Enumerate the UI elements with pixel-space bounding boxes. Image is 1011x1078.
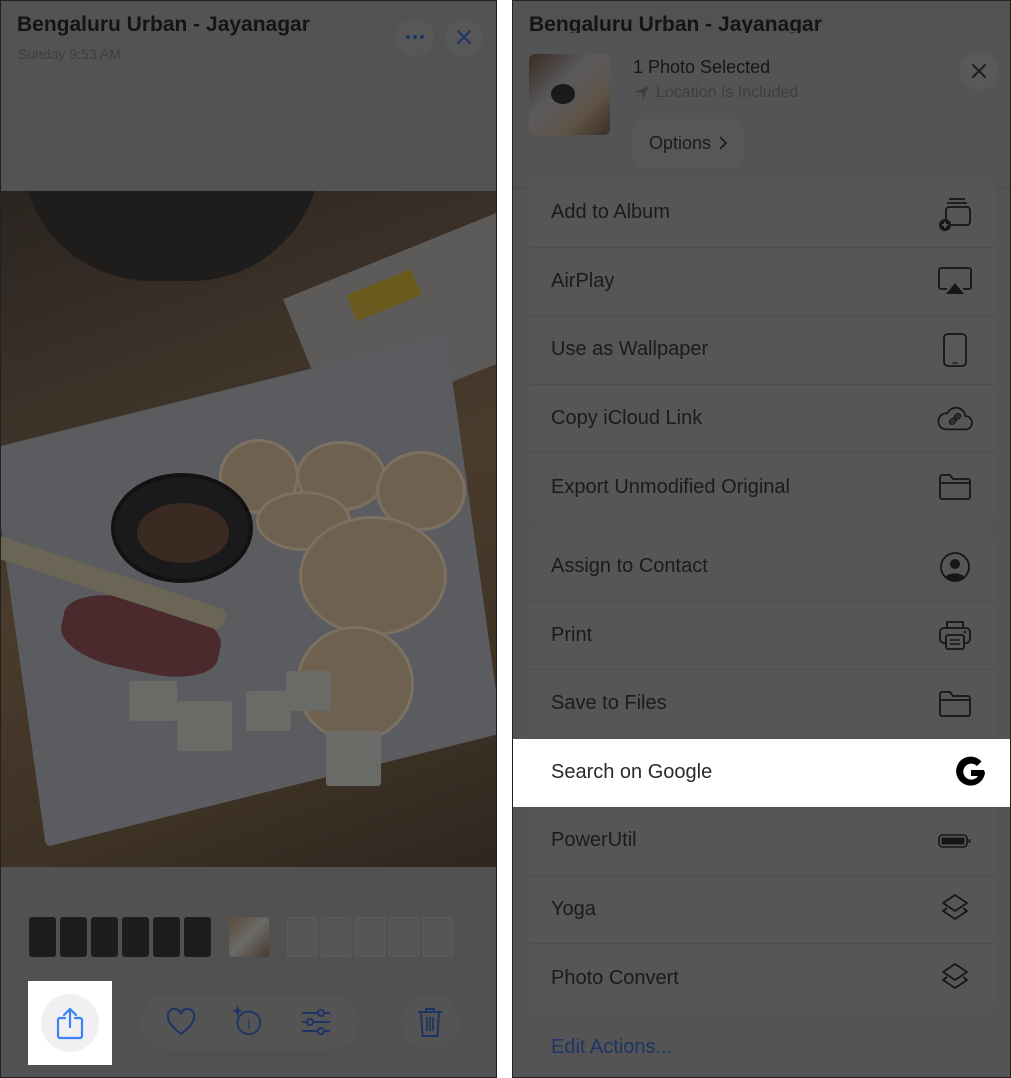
- thumbnail[interactable]: [423, 917, 453, 957]
- action-search-on-google[interactable]: Search on Google: [513, 738, 1010, 807]
- trash-icon: [418, 1008, 442, 1037]
- photo-fruit: [286, 671, 331, 711]
- close-share-sheet-button[interactable]: [960, 52, 998, 90]
- photo-image[interactable]: [1, 191, 496, 867]
- thumbnail[interactable]: [287, 917, 317, 957]
- action-assign-to-contact[interactable]: Assign to Contact: [529, 533, 995, 602]
- photo-fruit: [129, 681, 177, 721]
- photo-viewer-screen: Bengaluru Urban - Jayanagar Sunday 9:53 …: [0, 0, 497, 1078]
- share-button[interactable]: [41, 994, 99, 1052]
- action-airplay[interactable]: AirPlay: [529, 248, 995, 316]
- sliders-icon: [302, 1009, 330, 1035]
- selection-title: 1 Photo Selected: [633, 57, 771, 77]
- thumbnail[interactable]: [389, 917, 419, 957]
- airplay-icon: [937, 263, 973, 299]
- close-icon: [457, 30, 471, 44]
- thumbnail[interactable]: [153, 917, 180, 957]
- photo-fruit: [177, 701, 232, 751]
- info-button[interactable]: i: [229, 1003, 263, 1037]
- photo-pot: [21, 191, 321, 281]
- thumbnail[interactable]: [355, 917, 385, 957]
- action-use-as-wallpaper[interactable]: Use as Wallpaper: [529, 316, 995, 385]
- thumbnail-strip[interactable]: [19, 917, 479, 959]
- photo-pancake: [299, 516, 447, 636]
- action-label: Save to Files: [551, 692, 667, 715]
- action-label: Search on Google: [551, 761, 713, 784]
- more-options-button[interactable]: [396, 18, 434, 56]
- selected-photo-thumbnail: [529, 54, 610, 135]
- close-icon: [972, 64, 986, 78]
- adjust-button[interactable]: [299, 1005, 333, 1039]
- delete-button[interactable]: [413, 1005, 447, 1039]
- action-label: Print: [551, 623, 593, 646]
- thumbnail[interactable]: [321, 917, 351, 957]
- folder-icon: [937, 686, 973, 722]
- sparkle-info-icon: i: [231, 1004, 262, 1036]
- action-label: AirPlay: [551, 269, 615, 292]
- action-save-to-files[interactable]: Save to Files: [529, 670, 995, 739]
- favorite-button[interactable]: [164, 1005, 198, 1039]
- share-sheet-header: 1 Photo Selected Location Is Included Op…: [513, 33, 1010, 189]
- thumbnail[interactable]: [122, 917, 149, 957]
- options-button[interactable]: Options: [633, 119, 744, 167]
- heart-icon: [166, 1008, 196, 1036]
- action-label: Assign to Contact: [551, 555, 708, 578]
- photo-bowl: [111, 473, 253, 583]
- google-icon: [953, 755, 989, 791]
- options-label: Options: [649, 132, 712, 153]
- action-label: Use as Wallpaper: [551, 338, 709, 361]
- edit-actions-link[interactable]: Edit Actions...: [551, 1036, 672, 1059]
- photo-location-title: Bengaluru Urban - Jayanagar: [17, 13, 310, 36]
- cloud-link-icon: [937, 400, 973, 436]
- action-label: PowerUtil: [551, 829, 637, 852]
- action-label: Yoga: [551, 897, 596, 920]
- edit-toolbar-group: i: [141, 994, 359, 1050]
- thumbnail[interactable]: [29, 917, 56, 957]
- photo-fruit: [326, 731, 381, 786]
- person-circle-icon: [937, 549, 973, 585]
- share-sheet: 1 Photo Selected Location Is Included Op…: [513, 33, 1010, 1077]
- location-status: Location Is Included: [634, 84, 798, 102]
- shortcuts-icon: [937, 960, 973, 996]
- action-add-to-album[interactable]: Add to Album: [529, 179, 995, 248]
- close-viewer-button[interactable]: [445, 18, 483, 56]
- svg-text:i: i: [247, 1017, 251, 1033]
- add-to-album-icon: [937, 195, 973, 231]
- photo-fruit: [246, 691, 291, 731]
- battery-icon: [937, 823, 973, 859]
- thumbnail[interactable]: [184, 917, 211, 957]
- action-yoga[interactable]: Yoga: [529, 876, 995, 944]
- actions-group-2: Assign to Contact Print Save to Files Se…: [513, 533, 1010, 1013]
- action-photo-convert[interactable]: Photo Convert: [529, 944, 995, 1013]
- location-arrow-icon: [635, 86, 649, 100]
- photo-date-time: Sunday 9:53 AM: [18, 46, 121, 62]
- action-export-unmodified-original[interactable]: Export Unmodified Original: [529, 453, 995, 522]
- action-powerutil[interactable]: PowerUtil: [529, 807, 995, 876]
- shortcuts-icon: [937, 891, 973, 927]
- ellipsis-icon: [406, 35, 424, 39]
- share-button-highlight: [28, 981, 112, 1065]
- action-print[interactable]: Print: [529, 602, 995, 670]
- folder-icon: [937, 469, 973, 505]
- action-label: Export Unmodified Original: [551, 475, 790, 498]
- printer-icon: [937, 617, 973, 653]
- action-label: Add to Album: [551, 201, 670, 224]
- thumbnail[interactable]: [91, 917, 118, 957]
- action-copy-icloud-link[interactable]: Copy iCloud Link: [529, 385, 995, 453]
- chevron-right-icon: [719, 136, 728, 150]
- action-label: Copy iCloud Link: [551, 406, 703, 429]
- thumbnail-current[interactable]: [229, 917, 269, 957]
- actions-group-1: Add to Album AirPlay Use as Wallpaper Co…: [529, 179, 995, 522]
- location-label: Location Is Included: [656, 84, 799, 101]
- share-icon: [56, 1007, 84, 1040]
- viewer-header: Bengaluru Urban - Jayanagar Sunday 9:53 …: [1, 1, 496, 191]
- thumbnail[interactable]: [60, 917, 87, 957]
- share-sheet-screen: Bengaluru Urban - Jayanagar 1 Photo Sele…: [512, 0, 1011, 1078]
- delete-toolbar-group: [401, 994, 459, 1050]
- action-label: Photo Convert: [551, 966, 679, 989]
- phone-icon: [937, 332, 973, 368]
